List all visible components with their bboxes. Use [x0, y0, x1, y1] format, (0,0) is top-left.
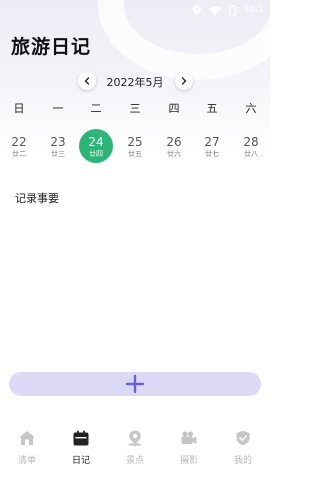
weekday-tue: 二	[90, 102, 102, 115]
weekday-thu: 四	[168, 102, 180, 115]
calendar-icon	[73, 430, 89, 446]
tab-checklist[interactable]: 清单	[7, 422, 47, 466]
date-cell[interactable]: 28 廿八	[234, 129, 268, 163]
lunar-date: 廿八	[244, 150, 258, 158]
date-number: 27	[204, 135, 220, 149]
tab-profile[interactable]: 我的	[223, 422, 263, 466]
location-pin-icon	[128, 430, 142, 446]
lunar-date: 廿七	[205, 150, 219, 158]
date-number: 28	[243, 135, 259, 149]
date-number: 25	[127, 135, 143, 149]
weekday-header: 日 一 二 三 四 五 六	[0, 100, 270, 116]
lunar-date: 廿二	[12, 150, 26, 158]
tab-label: 景点	[125, 456, 144, 466]
date-number: 23	[50, 135, 66, 149]
date-cell[interactable]: 25 廿五	[118, 129, 152, 163]
date-cell[interactable]: 22 廿二	[2, 129, 36, 163]
section-title: 记录事要	[15, 192, 59, 205]
lunar-date: 廿六	[167, 150, 181, 158]
weekday-fri: 五	[206, 102, 218, 115]
date-number: 26	[166, 135, 182, 149]
tab-label: 我的	[233, 456, 252, 466]
battery-icon	[228, 4, 236, 16]
lunar-date: 廿三	[51, 150, 65, 158]
home-icon	[19, 431, 35, 445]
date-cell[interactable]: 27 廿七	[195, 129, 229, 163]
status-time: 10:1	[243, 5, 264, 15]
month-navigator: 2022年5月	[0, 70, 270, 92]
chevron-right-icon	[181, 77, 187, 85]
tab-label: 日记	[71, 456, 90, 466]
status-bar: 10:1	[0, 0, 270, 20]
date-cell[interactable]: 23 廿三	[41, 129, 75, 163]
date-number: 22	[11, 135, 27, 149]
bottom-tab-bar: 清单 日记 景点 摄影 我的	[0, 422, 270, 470]
lunar-date: 廿五	[128, 150, 142, 158]
wifi-icon	[208, 6, 221, 15]
camera-icon	[181, 431, 197, 444]
weekday-sat: 六	[245, 102, 257, 115]
tab-photography[interactable]: 摄影	[169, 422, 209, 466]
location-icon	[192, 5, 201, 15]
profile-icon	[236, 430, 250, 446]
add-record-button[interactable]	[9, 372, 261, 396]
tab-attractions[interactable]: 景点	[115, 422, 155, 466]
plus-icon	[125, 374, 145, 394]
date-number: 24	[88, 135, 104, 149]
next-month-button[interactable]	[175, 72, 193, 90]
page-title: 旅游日记	[11, 36, 92, 58]
tab-diary[interactable]: 日记	[61, 422, 101, 466]
lunar-date: 廿四	[89, 150, 103, 158]
tab-label: 摄影	[179, 456, 198, 466]
weekday-sun: 日	[13, 102, 25, 115]
weekday-wed: 三	[129, 102, 141, 115]
weekday-mon: 一	[52, 102, 64, 115]
date-cell[interactable]: 26 廿六	[157, 129, 191, 163]
week-dates-row: 22 廿二 23 廿三 24 廿四 25 廿五 26 廿六 27 廿七 28 廿…	[0, 129, 270, 165]
month-label: 2022年5月	[106, 76, 164, 89]
tab-label: 清单	[17, 456, 36, 466]
date-cell-selected[interactable]: 24 廿四	[79, 129, 113, 163]
